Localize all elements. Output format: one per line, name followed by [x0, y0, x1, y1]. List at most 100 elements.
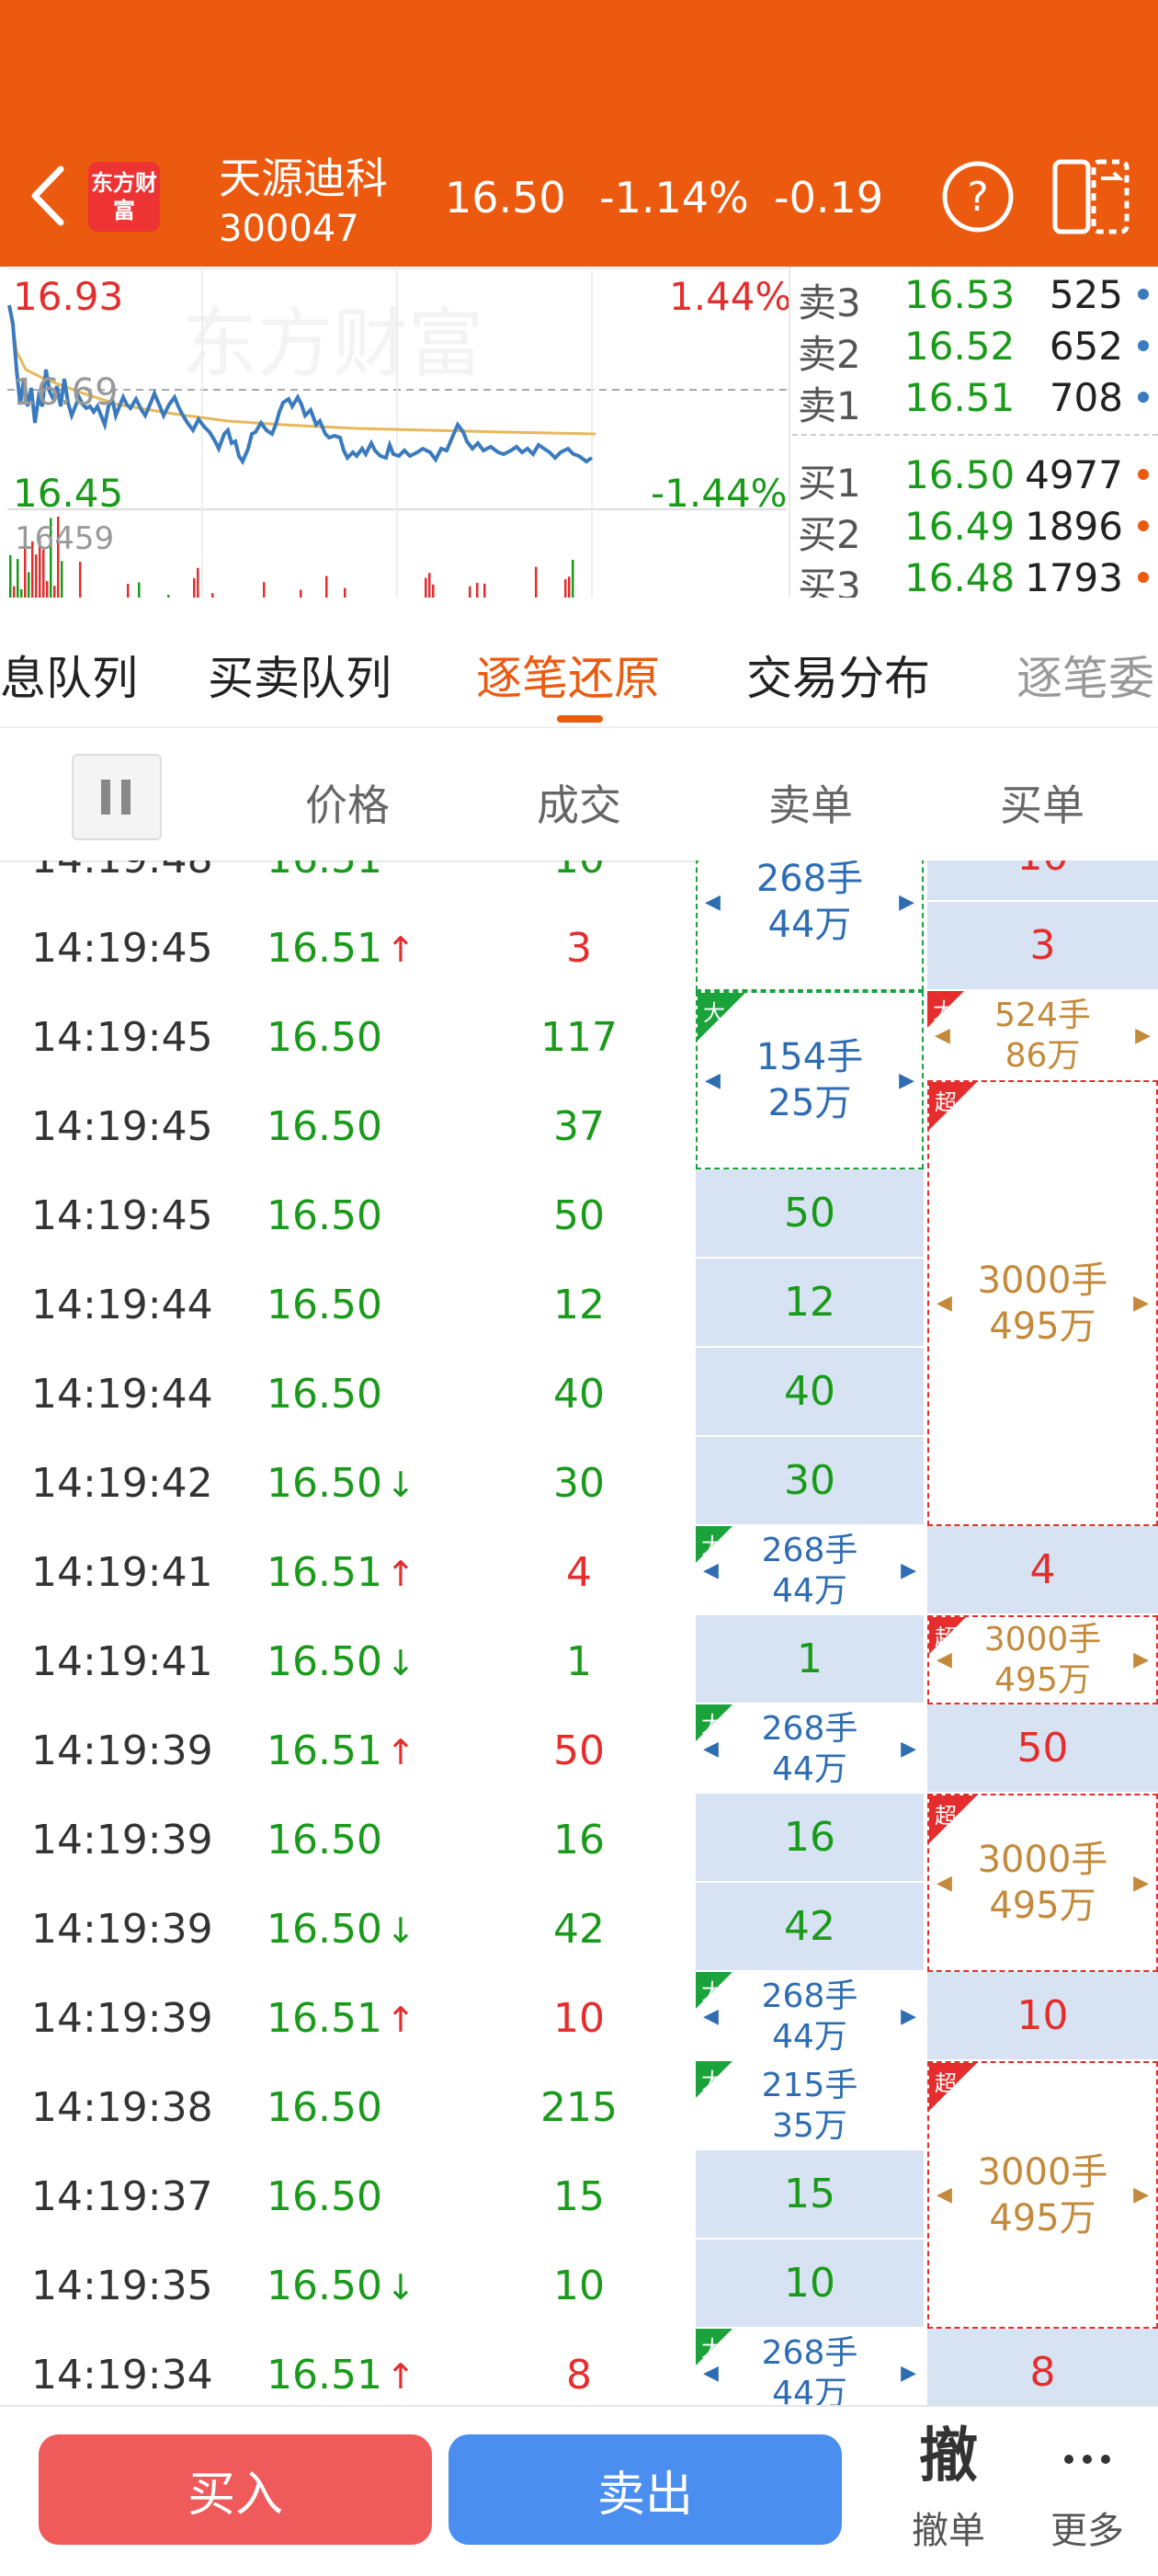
tick-row: 14:19:39 16.51 ↑ 10 [0, 1972, 695, 2061]
dot-icon [1138, 392, 1149, 403]
more-button[interactable]: 更多 [1027, 2420, 1147, 2567]
stock-header: 东方财富 天源迪科 300047 16.50 -1.14% -0.19 ? [0, 0, 1158, 267]
buy-order-cell[interactable]: 10 [927, 1972, 1158, 2061]
order-amount: 268手 44万 [761, 2333, 858, 2406]
buy-order-cell[interactable]: 8 [927, 2329, 1158, 2405]
buy-order-cell[interactable]: 50 [927, 1704, 1158, 1794]
tick-table[interactable]: 14:19:48 16.51 10 14:19:45 16.51↑ 3 14:19:45 16… [0, 861, 1158, 2405]
super-order-cell[interactable]: 超 ◀ 3000手 495万 ▶ [927, 1794, 1158, 1972]
sell-order-cell[interactable]: 10 [696, 2240, 924, 2329]
right-arrow-icon: ▶ [1133, 1871, 1149, 1895]
question-icon[interactable]: ? [941, 160, 1015, 234]
low-price-label: 16.45 [13, 471, 124, 516]
sell-order-cell[interactable]: 42 [696, 1883, 924, 1972]
order-volume: 30 [784, 1457, 835, 1504]
tick-time: 14:19:44 [31, 1371, 213, 1418]
high-pct-label: 1.44% [669, 274, 792, 319]
right-arrow-icon: ▶ [901, 1559, 916, 1582]
tick-time: 14:19:45 [31, 925, 213, 972]
low-pct-label: -1.44% [651, 471, 788, 516]
tick-volume: 12 [553, 1282, 605, 1328]
sell-button[interactable]: 卖出 [448, 2434, 842, 2545]
left-arrow-icon: ◀ [703, 2005, 719, 2028]
up-arrow-icon: ↑ [385, 2000, 415, 2040]
order-volume: 50 [784, 1190, 835, 1237]
order-size-tag: 大 [927, 991, 964, 1028]
tab-trade-distribution[interactable]: 交易分布 [746, 642, 930, 708]
order-volume: 15 [784, 2171, 835, 2217]
tick-volume: 3 [566, 925, 592, 972]
sell-order-cell[interactable]: 15 [696, 2150, 924, 2240]
current-price: 16.50 [445, 173, 566, 222]
tick-volume: 1 [566, 1638, 592, 1685]
tab-tick-restore[interactable]: 逐笔还原 [476, 642, 660, 708]
stock-code: 300047 [219, 208, 359, 250]
big-order-cell[interactable]: 大 ◀ 154手 25万 ▶ [696, 991, 924, 1169]
sell-order-cell[interactable]: 40 [696, 1348, 924, 1437]
super-order-cell[interactable]: 超 ◀ 3000手 495万 ▶ [927, 1080, 1158, 1526]
tab-buy-sell-queue[interactable]: 买卖队列 [208, 642, 392, 708]
buy-order-cell[interactable]: 10 [927, 861, 1158, 902]
order-volume: 16 [784, 1814, 835, 1861]
right-arrow-icon: ▶ [901, 1738, 916, 1761]
big-order-cell[interactable]: 大◀268手44万▶ [696, 1704, 924, 1794]
big-order-cell[interactable]: 大◀268手44万▶ [696, 861, 924, 991]
order-size-tag: 大 [696, 2061, 732, 2098]
buy-button[interactable]: 买入 [39, 2434, 432, 2545]
pause-button[interactable] [72, 754, 162, 840]
tick-price: 16.50 ↓ [267, 2263, 415, 2309]
pause-icon [97, 776, 134, 818]
down-arrow-icon: ↓ [385, 1643, 415, 1683]
big-order-cell[interactable]: 大 215手 35万 [696, 2061, 924, 2150]
tick-row: 14:19:34 16.51 ↑ 8 [0, 2329, 695, 2405]
tick-volume: 30 [553, 1460, 605, 1507]
tick-time: 14:19:39 [31, 1727, 213, 1774]
column-header: 价格 成交 卖单 买单 [0, 728, 1158, 862]
intraday-chart[interactable]: 东方财富 [7, 268, 787, 616]
tick-price: 16.50 [267, 1817, 382, 1864]
tick-price: 16.50 [267, 2173, 382, 2220]
tick-price: 16.51 ↑ [267, 925, 415, 972]
super-order-cell[interactable]: 超 ◀ 3000手 495万 ▶ [927, 2061, 1158, 2329]
cancel-order-button[interactable]: 撤 撤单 [884, 2420, 1013, 2567]
dot-icon [1138, 469, 1149, 480]
tick-volume: 10 [553, 1995, 605, 2042]
col-volume: 成交 [537, 781, 621, 830]
super-order-cell[interactable]: 超 ◀ 3000手 495万 ▶ [927, 1615, 1158, 1704]
order-amount: 268手 44万 [761, 1709, 858, 1788]
tab-queue-info[interactable]: 息队列 [0, 642, 138, 708]
tick-price: 16.50 ↓ [267, 1460, 415, 1507]
back-icon[interactable] [26, 164, 72, 228]
ask-row: 卖1 16.51 708 [798, 375, 1154, 428]
big-order-cell[interactable]: 大 ◀ 524手 86万 ▶ [927, 991, 1158, 1080]
order-book[interactable]: 卖3 16.53 525 卖2 16.52 652 卖1 16.51 708 买… [792, 267, 1158, 616]
order-volume: 40 [784, 1368, 835, 1415]
big-order-cell[interactable]: 大◀268手44万▶ [696, 2329, 924, 2405]
sell-order-cell[interactable]: 16 [696, 1794, 924, 1883]
tick-row: 14:19:39 16.50 ↓ 42 [0, 1883, 695, 1972]
tick-price: 16.51 ↑ [267, 1727, 415, 1774]
mid-price-label: 16.69 [13, 371, 119, 414]
big-order-cell[interactable]: 大◀268手44万▶ [696, 1526, 924, 1615]
left-arrow-icon: ◀ [937, 1292, 952, 1315]
right-arrow-icon: ▶ [899, 890, 914, 914]
tab-tick-orders[interactable]: 逐笔委 [1016, 642, 1154, 708]
big-order-cell[interactable]: 大◀268手44万▶ [696, 1972, 924, 2061]
order-amount: 268手 44万 [761, 1977, 858, 2056]
left-arrow-icon: ◀ [703, 1559, 719, 1582]
down-arrow-icon: ↓ [385, 1910, 415, 1951]
buy-order-cell[interactable]: 3 [927, 902, 1158, 991]
sell-order-cell[interactable]: 1 [696, 1615, 924, 1704]
sell-order-cell[interactable]: 50 [696, 1169, 924, 1259]
sell-order-cell[interactable]: 30 [696, 1437, 924, 1526]
sell-order-cell[interactable]: 12 [696, 1259, 924, 1348]
tick-time: 14:19:41 [31, 1638, 213, 1685]
tick-price: 16.50 ↓ [267, 1906, 415, 1953]
order-size-tag: 大 [698, 861, 745, 862]
left-arrow-icon: ◀ [703, 2362, 719, 2385]
buy-order-cell[interactable]: 4 [927, 1526, 1158, 1615]
order-size-tag: 大 [696, 1704, 732, 1741]
tick-price: 16.50 [267, 1103, 382, 1150]
split-screen-icon[interactable] [1051, 158, 1130, 235]
volume-max-label: 16459 [15, 520, 115, 557]
